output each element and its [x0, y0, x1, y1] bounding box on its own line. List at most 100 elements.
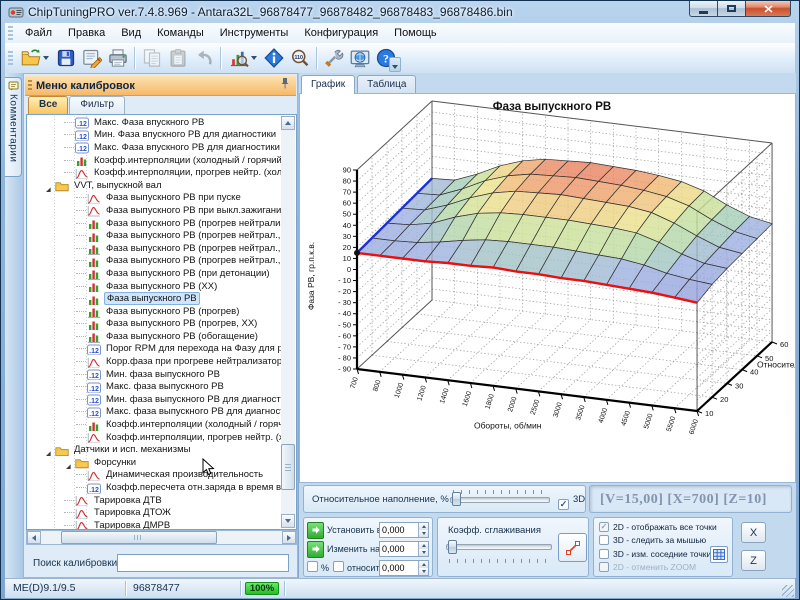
resize-grip[interactable]	[782, 585, 794, 597]
tree-item-1[interactable]: .12Мин. Фаза впускного РВ для диагностик…	[27, 129, 281, 142]
tree-item-5[interactable]: VVT, выпускной вал	[27, 179, 281, 192]
tree-item-4[interactable]: Коэфф.интерполяции, прогрев нейтр. (холо…	[27, 166, 281, 179]
tree-item-8[interactable]: Фаза выпускного РВ (прогрев нейтрализато…	[27, 217, 281, 230]
network-button[interactable]	[347, 46, 373, 71]
dropdown-arrow-icon[interactable]	[251, 56, 257, 60]
tree-vertical-scrollbar[interactable]	[281, 116, 295, 528]
print-button[interactable]	[105, 46, 131, 71]
relative-input[interactable]	[380, 561, 418, 575]
tree-item-7[interactable]: Фаза выпускного РВ при выкл.зажигания	[27, 204, 281, 217]
toolbar-overflow-button[interactable]	[389, 57, 401, 72]
smoothing-slider[interactable]	[446, 540, 552, 564]
zoom-button[interactable]: 110	[287, 46, 313, 71]
dropdown-arrow-icon[interactable]	[43, 56, 49, 60]
tree-item-28[interactable]: Динамическая производительность	[27, 469, 281, 482]
option-checkbox-3[interactable]	[599, 562, 609, 572]
tree-item-6[interactable]: Фаза выпускного РВ при пуске	[27, 192, 281, 205]
tree-item-27[interactable]: Форсунки	[27, 456, 281, 469]
scroll-left-button[interactable]	[27, 531, 41, 544]
slider-thumb[interactable]	[452, 492, 461, 506]
calibration-panel-header[interactable]: Меню калибровок	[25, 76, 296, 96]
menu-item-0[interactable]: Файл	[17, 27, 60, 39]
info-button[interactable]	[261, 46, 287, 71]
close-button[interactable]	[746, 1, 791, 17]
search-input[interactable]	[117, 554, 289, 572]
slider-thumb[interactable]	[448, 540, 457, 554]
option-checkbox-0[interactable]: ✓	[599, 522, 609, 532]
scroll-down-button[interactable]	[281, 514, 295, 528]
expand-toggle[interactable]	[44, 181, 54, 190]
tree-item-26[interactable]: Датчики и исп. механизмы	[27, 443, 281, 456]
checkbox-percent[interactable]	[307, 561, 318, 572]
tree-item-29[interactable]: .12Коэфф.пересчета отн.заряда в время вп…	[27, 481, 281, 494]
slider-track[interactable]	[450, 497, 550, 503]
tree-item-12[interactable]: Фаза выпускного РВ (при детонации)	[27, 267, 281, 280]
tree-item-16[interactable]: Фаза выпускного РВ (прогрев, ХХ)	[27, 318, 281, 331]
tree-item-13[interactable]: Фаза выпускного РВ (ХХ)	[27, 280, 281, 293]
save-edit-button[interactable]	[79, 46, 105, 71]
spin-up-button[interactable]	[419, 542, 428, 549]
x-axis-button[interactable]: X	[741, 522, 766, 543]
tree-item-20[interactable]: .12Мин. фаза выпускного РВ	[27, 368, 281, 381]
set-value-button[interactable]	[307, 522, 324, 539]
calibration-tab-0[interactable]: Все	[28, 96, 68, 114]
spin-down-button[interactable]	[419, 530, 428, 537]
tree-item-22[interactable]: .12Мин. фаза выпускного РВ для диагности…	[27, 393, 281, 406]
minimize-button[interactable]	[689, 1, 718, 17]
expand-toggle[interactable]	[64, 458, 74, 467]
spin-down-button[interactable]	[419, 549, 428, 556]
tree-item-9[interactable]: Фаза выпускного РВ (прогрев нейтрал., хо…	[27, 229, 281, 242]
change-value-button[interactable]	[307, 541, 324, 558]
maximize-button[interactable]	[718, 1, 746, 17]
pin-icon[interactable]	[280, 77, 290, 95]
menu-item-2[interactable]: Вид	[113, 27, 149, 39]
option-checkbox-2[interactable]	[599, 549, 609, 559]
comments-tab[interactable]: Комментарии	[5, 77, 22, 177]
tree-item-23[interactable]: .12Макс. фаза выпускного РВ для диагност…	[27, 406, 281, 419]
checkbox-3d[interactable]: ✓	[558, 499, 569, 510]
checkbox-relative[interactable]	[333, 561, 344, 572]
slider-track[interactable]	[446, 544, 552, 550]
view-tab-1[interactable]: Таблица	[357, 75, 416, 94]
surface-chart[interactable]: - 90- 80- 70- 60- 50- 40- 30- 20- 100102…	[300, 94, 795, 482]
paste-button[interactable]	[165, 46, 191, 71]
tree-item-32[interactable]: Тарировка ДМРВ	[27, 519, 281, 529]
tree-horizontal-scrollbar[interactable]	[26, 530, 297, 545]
tree-item-15[interactable]: Фаза выпускного РВ (прогрев)	[27, 305, 281, 318]
menu-item-4[interactable]: Инструменты	[212, 27, 297, 39]
tree-item-31[interactable]: Тарировка ДТОЖ	[27, 506, 281, 519]
scroll-right-button[interactable]	[282, 531, 296, 544]
tree-item-19[interactable]: Корр.фаза при прогреве нейтрализатора	[27, 355, 281, 368]
set-value-input[interactable]	[380, 523, 418, 537]
z-axis-button[interactable]: Z	[741, 550, 766, 571]
menu-item-6[interactable]: Помощь	[386, 27, 445, 39]
scroll-thumb[interactable]	[61, 531, 217, 544]
scroll-thumb[interactable]	[281, 444, 295, 490]
tree-item-21[interactable]: .12Макс. фаза выпускного РВ	[27, 380, 281, 393]
tree-item-14[interactable]: Фаза выпускного РВ	[27, 292, 281, 305]
expand-toggle[interactable]	[44, 445, 54, 454]
spin-up-button[interactable]	[419, 561, 428, 568]
tree-item-18[interactable]: .12Порог RPM для перехода на Фазу для ре…	[27, 343, 281, 356]
copy-button[interactable]	[139, 46, 165, 71]
load-slider[interactable]	[450, 488, 550, 512]
edit-curve-button[interactable]	[558, 533, 587, 562]
spin-down-button[interactable]	[419, 568, 428, 575]
title-bar[interactable]: ChipTuningPRO ver.7.4.8.969 - Antara32L_…	[1, 1, 799, 23]
option-checkbox-1[interactable]	[599, 535, 609, 545]
chart-view-button[interactable]	[225, 46, 261, 71]
tree-item-2[interactable]: .12Макс. Фаза впускного РВ для диагности…	[27, 141, 281, 154]
menu-item-5[interactable]: Конфигурация	[296, 27, 386, 39]
tools-button[interactable]	[321, 46, 347, 71]
spin-up-button[interactable]	[419, 523, 428, 530]
tree-item-30[interactable]: Тарировка ДТВ	[27, 494, 281, 507]
view-tab-0[interactable]: График	[301, 75, 355, 94]
tree-item-10[interactable]: Фаза выпускного РВ (прогрев нейтрал., ХХ…	[27, 242, 281, 255]
menu-item-3[interactable]: Команды	[149, 27, 212, 39]
undo-button[interactable]	[191, 46, 217, 71]
menu-item-1[interactable]: Правка	[60, 27, 113, 39]
open-file-button[interactable]	[17, 46, 53, 71]
tree-item-11[interactable]: Фаза выпускного РВ (прогрев нейтрал., ХХ…	[27, 255, 281, 268]
tree-item-0[interactable]: .12Макс. Фаза впускного РВ	[27, 116, 281, 129]
tree-item-3[interactable]: Коэфф.интерполяции (холодный / горячий )	[27, 154, 281, 167]
